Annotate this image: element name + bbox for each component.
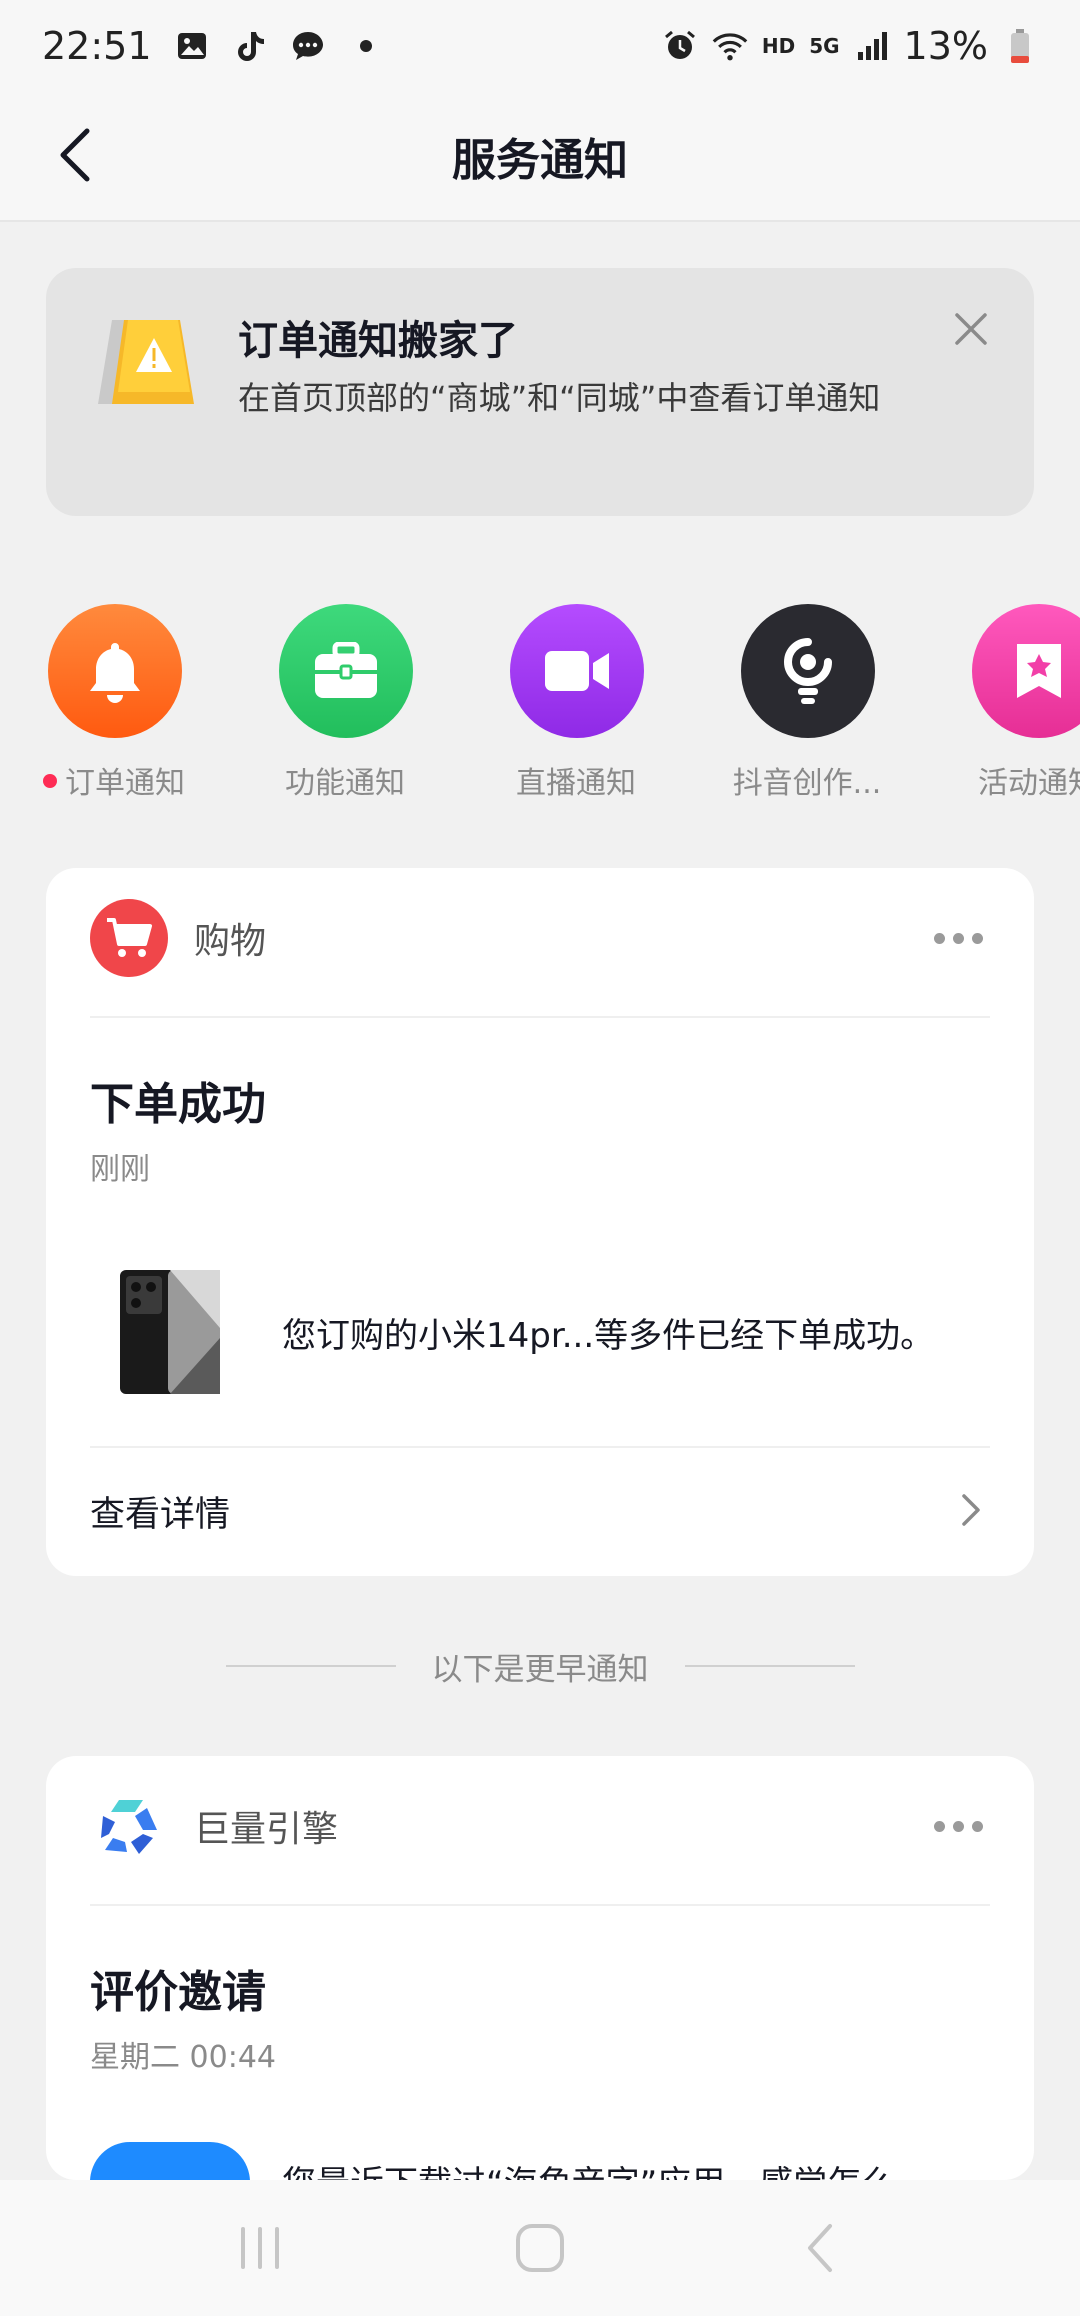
earlier-separator: 以下是更早通知 xyxy=(0,1640,1080,1692)
back-button[interactable] xyxy=(40,120,110,190)
separator-line xyxy=(225,1665,396,1667)
category-label: 活动通知 xyxy=(978,766,1080,801)
card-time: 星期二 00:44 xyxy=(90,2040,276,2075)
home-button[interactable] xyxy=(500,2208,580,2288)
banner-close-button[interactable] xyxy=(948,306,994,352)
chevron-right-icon xyxy=(950,1490,990,1530)
header: 服务通知 xyxy=(0,92,1080,222)
notice-banner[interactable]: 订单通知搬家了 在首页顶部的“商城”和“同城”中查看订单通知 xyxy=(46,268,1034,516)
card-body-text: 您最近下载过“海角音字”应用，感觉怎么 xyxy=(282,2156,895,2180)
unread-dot xyxy=(43,773,57,788)
video-camera-icon xyxy=(510,604,644,738)
app-thumbnail xyxy=(90,2142,250,2180)
network-label: 5G xyxy=(809,34,840,58)
tiktok-icon xyxy=(232,28,268,64)
bookmark-star-icon xyxy=(972,604,1080,738)
briefcase-icon xyxy=(279,604,413,738)
battery-icon xyxy=(1002,28,1038,64)
more-dots-icon xyxy=(933,932,945,944)
product-thumbnail xyxy=(118,1268,222,1396)
card-header: 巨量引擎 xyxy=(90,1786,990,1866)
separator-line xyxy=(684,1665,855,1667)
separator-text: 以下是更早通知 xyxy=(431,1651,649,1688)
card-header: 购物 xyxy=(90,898,990,978)
category-creator[interactable]: 抖音创作... xyxy=(707,604,907,804)
divider xyxy=(90,1904,990,1906)
system-nav-bar xyxy=(0,2180,1080,2316)
bulb-icon xyxy=(741,604,875,738)
card-body-text: 您订购的小米14pr...等多件已经下单成功。 xyxy=(282,1316,935,1356)
category-label: 功能通知 xyxy=(285,766,405,801)
page-title: 服务通知 xyxy=(452,135,628,186)
status-bar: 22:51 HD 5G 13% xyxy=(0,0,1080,92)
card-time: 刚刚 xyxy=(90,1152,150,1187)
view-details-link[interactable]: 查看详情 xyxy=(90,1486,230,1537)
close-icon xyxy=(955,313,987,345)
engine-logo-icon xyxy=(90,1787,168,1865)
card-title: 评价邀请 xyxy=(90,1967,266,2018)
home-icon xyxy=(516,2224,564,2272)
more-dots-icon xyxy=(933,1820,945,1832)
category-label: 抖音创作... xyxy=(732,766,882,801)
notification-card-shopping[interactable]: 购物 下单成功 刚刚 您订购的小米14pr...等多件已经下单成功。 查看详情 xyxy=(46,868,1034,1576)
divider xyxy=(90,1016,990,1018)
banner-title: 订单通知搬家了 xyxy=(238,318,518,364)
more-options-button[interactable] xyxy=(928,908,988,968)
category-activity[interactable]: 活动通知 xyxy=(938,604,1080,804)
category-feature[interactable]: 功能通知 xyxy=(245,604,445,804)
cart-icon xyxy=(90,899,168,977)
banner-text: 在首页顶部的“商城”和“同城”中查看订单通知 xyxy=(238,379,881,417)
category-row: 订单通知 功能通知 直播通知 抖音创作... 活动通知 xyxy=(0,604,1080,804)
recent-apps-icon xyxy=(241,2227,279,2269)
back-nav-button[interactable] xyxy=(780,2208,860,2288)
category-label: 直播通知 xyxy=(516,766,636,801)
category-order[interactable]: 订单通知 xyxy=(14,604,214,804)
battery-percent: 13% xyxy=(903,24,988,68)
gallery-icon xyxy=(174,28,210,64)
divider xyxy=(90,1446,990,1448)
status-time: 22:51 xyxy=(42,24,152,68)
category-live[interactable]: 直播通知 xyxy=(476,604,676,804)
category-label: 订单通知 xyxy=(14,758,214,802)
alarm-icon xyxy=(662,28,698,64)
wifi-icon xyxy=(712,28,748,64)
bell-icon xyxy=(48,604,182,738)
dot-icon xyxy=(348,28,384,64)
card-source: 购物 xyxy=(194,921,267,962)
warning-sign-icon xyxy=(94,312,204,412)
notification-card-engine[interactable]: 巨量引擎 评价邀请 星期二 00:44 您最近下载过“海角音字”应用，感觉怎么 xyxy=(46,1756,1034,2180)
signal-icon xyxy=(854,28,890,64)
recent-apps-button[interactable] xyxy=(220,2208,300,2288)
chat-icon xyxy=(290,28,326,64)
card-source: 巨量引擎 xyxy=(194,1809,339,1850)
back-icon xyxy=(808,2224,832,2272)
chevron-left-icon xyxy=(60,128,90,182)
card-title: 下单成功 xyxy=(90,1079,266,1130)
more-options-button[interactable] xyxy=(928,1796,988,1856)
hd-label: HD xyxy=(761,34,796,58)
